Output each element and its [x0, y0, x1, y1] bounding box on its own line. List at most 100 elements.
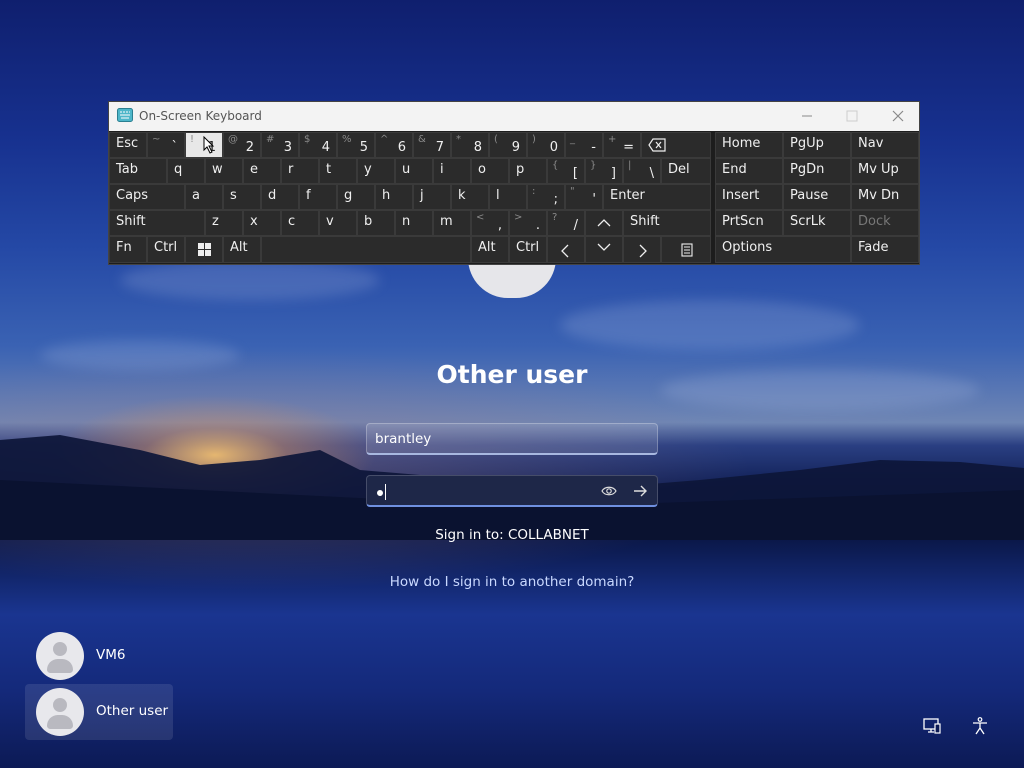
key-shift-left[interactable]: Shift — [109, 210, 205, 236]
key-backspace[interactable] — [641, 132, 711, 158]
submit-arrow-icon[interactable] — [631, 482, 649, 500]
key-6[interactable]: ^ 6 — [375, 132, 413, 158]
key-f[interactable]: f — [299, 184, 337, 210]
key-pause[interactable]: Pause — [783, 184, 851, 210]
key-h[interactable]: h — [375, 184, 413, 210]
key-arrow-right[interactable] — [623, 236, 661, 263]
key-fn[interactable]: Fn — [109, 236, 147, 263]
key-8[interactable]: * 8 — [451, 132, 489, 158]
key-0[interactable]: ) 0 — [527, 132, 565, 158]
password-field[interactable] — [366, 475, 658, 507]
key-u[interactable]: u — [395, 158, 433, 184]
key-scrlk[interactable]: ScrLk — [783, 210, 851, 236]
key-v[interactable]: v — [319, 210, 357, 236]
user-tile-vm6[interactable]: VM6 — [25, 628, 173, 684]
key-x[interactable]: x — [243, 210, 281, 236]
key-arrow-up[interactable] — [585, 210, 623, 236]
key-4[interactable]: $4 — [299, 132, 337, 158]
osk-titlebar[interactable]: On-Screen Keyboard — [109, 102, 919, 131]
key-z[interactable]: z — [205, 210, 243, 236]
key-2[interactable]: @2 — [223, 132, 261, 158]
key-alt-right[interactable]: Alt — [471, 236, 509, 263]
key-a[interactable]: a — [185, 184, 223, 210]
keyboard-app-icon — [117, 108, 133, 122]
maximize-icon[interactable] — [842, 106, 862, 126]
key-backslash[interactable]: | \ — [623, 158, 661, 184]
key-5[interactable]: % 5 — [337, 132, 375, 158]
key-g[interactable]: g — [337, 184, 375, 210]
key-del[interactable]: Del — [661, 158, 711, 184]
key-pgdn[interactable]: PgDn — [783, 158, 851, 184]
key-r[interactable]: r — [281, 158, 319, 184]
key-b[interactable]: b — [357, 210, 395, 236]
key-prtscn[interactable]: PrtScn — [715, 210, 783, 236]
key-space[interactable] — [261, 236, 471, 263]
sign-in-domain-text: Sign in to: COLLABNET — [435, 527, 589, 543]
key-1[interactable]: ! 1 — [185, 132, 223, 158]
key-windows[interactable] — [185, 236, 223, 263]
key-enter[interactable]: Enter — [603, 184, 711, 210]
key-i[interactable]: i — [433, 158, 471, 184]
key-7[interactable]: & 7 — [413, 132, 451, 158]
key-k[interactable]: k — [451, 184, 489, 210]
key-period[interactable]: >. — [509, 210, 547, 236]
key-w[interactable]: w — [205, 158, 243, 184]
key-d[interactable]: d — [261, 184, 299, 210]
on-screen-keyboard-window[interactable]: On-Screen Keyboard Esc ~ ` ! 1 @2 #3 $4 % 5… — [108, 101, 920, 265]
key-mv-up[interactable]: Mv Up — [851, 158, 919, 184]
key-equals[interactable]: + = — [603, 132, 641, 158]
key-options[interactable]: Options — [715, 236, 851, 263]
key-e[interactable]: e — [243, 158, 281, 184]
key-nav[interactable]: Nav — [851, 132, 919, 158]
username-field[interactable]: brantley — [366, 423, 658, 455]
key-esc[interactable]: Esc — [109, 132, 147, 158]
key-right-bracket[interactable]: }] — [585, 158, 623, 184]
key-q[interactable]: q — [167, 158, 205, 184]
key-comma[interactable]: <, — [471, 210, 509, 236]
user-tile-other-user[interactable]: Other user — [25, 684, 173, 740]
key-l[interactable]: l — [489, 184, 527, 210]
key-m[interactable]: m — [433, 210, 471, 236]
minimize-icon[interactable] — [797, 106, 817, 126]
key-backtick[interactable]: ~ ` — [147, 132, 185, 158]
key-t[interactable]: t — [319, 158, 357, 184]
key-minus[interactable]: _ - — [565, 132, 603, 158]
key-mv-dn[interactable]: Mv Dn — [851, 184, 919, 210]
key-c[interactable]: c — [281, 210, 319, 236]
reveal-password-icon[interactable] — [601, 483, 617, 499]
key-shift-right[interactable]: Shift — [623, 210, 711, 236]
key-tab[interactable]: Tab — [109, 158, 167, 184]
key-quote[interactable]: " ' — [565, 184, 603, 210]
key-ctrl-left[interactable]: Ctrl — [147, 236, 185, 263]
cloud — [120, 260, 380, 300]
user-name: Other user — [96, 703, 169, 719]
accessibility-icon[interactable] — [970, 716, 990, 736]
key-ctrl-right[interactable]: Ctrl — [509, 236, 547, 263]
key-semicolon[interactable]: :; — [527, 184, 565, 210]
key-arrow-left[interactable] — [547, 236, 585, 263]
key-left-bracket[interactable]: {[ — [547, 158, 585, 184]
key-home[interactable]: Home — [715, 132, 783, 158]
key-end[interactable]: End — [715, 158, 783, 184]
key-o[interactable]: o — [471, 158, 509, 184]
key-alt-left[interactable]: Alt — [223, 236, 261, 263]
other-domain-link[interactable]: How do I sign in to another domain? — [0, 574, 1024, 590]
key-caps[interactable]: Caps — [109, 184, 185, 210]
key-y[interactable]: y — [357, 158, 395, 184]
key-pgup[interactable]: PgUp — [783, 132, 851, 158]
arrow-right-icon — [639, 244, 647, 258]
key-arrow-down[interactable] — [585, 236, 623, 263]
key-9[interactable]: (9 — [489, 132, 527, 158]
key-slash[interactable]: ? / — [547, 210, 585, 236]
key-3[interactable]: #3 — [261, 132, 299, 158]
close-icon[interactable] — [888, 106, 908, 126]
network-icon[interactable] — [922, 716, 942, 736]
key-fade[interactable]: Fade — [851, 236, 919, 263]
key-insert[interactable]: Insert — [715, 184, 783, 210]
key-p[interactable]: p — [509, 158, 547, 184]
text-caret — [385, 484, 386, 500]
key-menu[interactable] — [661, 236, 711, 263]
key-n[interactable]: n — [395, 210, 433, 236]
key-j[interactable]: j — [413, 184, 451, 210]
key-s[interactable]: s — [223, 184, 261, 210]
